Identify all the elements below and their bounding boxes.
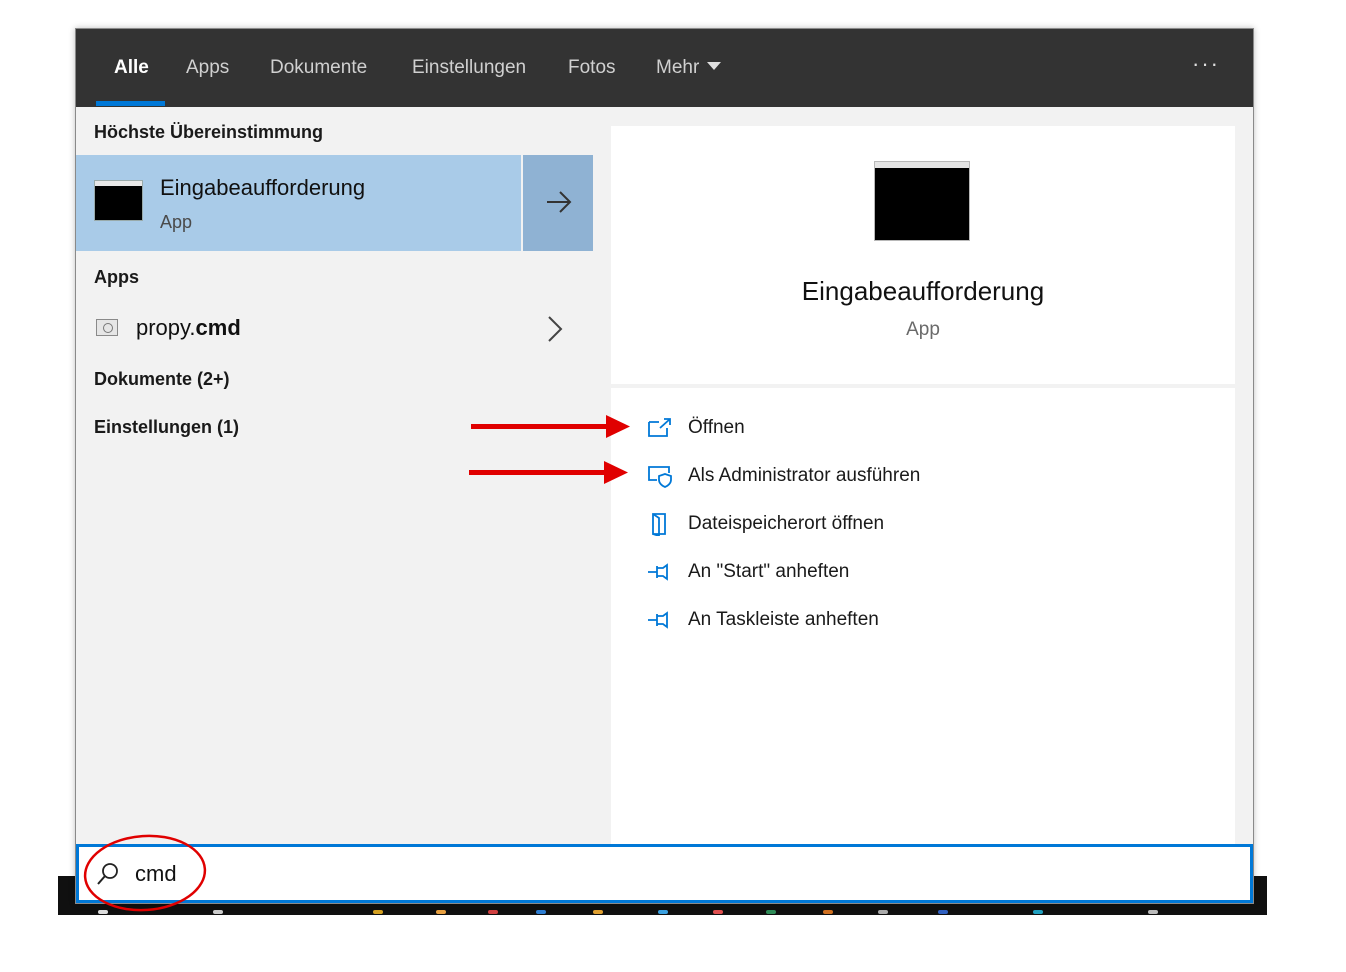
tab-einstellungen[interactable]: Einstellungen (412, 29, 526, 107)
script-file-icon (96, 319, 118, 336)
app-result-label: propy.cmd (136, 315, 241, 340)
search-icon (97, 863, 118, 885)
best-match-item[interactable]: Eingabeaufforderung App (76, 155, 593, 251)
action-label: Öffnen (688, 417, 745, 438)
search-panel: Alle Apps Dokumente Einstellungen Fotos … (75, 28, 1254, 904)
tab-dokumente[interactable]: Dokumente (270, 29, 367, 107)
active-tab-indicator (96, 101, 165, 106)
preview-type: App (906, 319, 940, 340)
search-box[interactable] (76, 844, 1253, 903)
action-pin-to-start[interactable]: An "Start" anheften (611, 552, 1235, 592)
action-run-as-admin[interactable]: Als Administrator ausführen (611, 456, 1235, 496)
action-label: An Taskleiste anheften (688, 609, 879, 630)
apps-heading: Apps (94, 267, 139, 287)
results-list: Höchste Übereinstimmung Eingabeaufforder… (76, 107, 593, 847)
chevron-down-icon (707, 62, 722, 70)
best-match-title: Eingabeaufforderung (160, 175, 366, 200)
arrow-right-icon (547, 191, 572, 213)
chevron-right-icon[interactable] (546, 315, 564, 343)
action-label: An "Start" anheften (688, 561, 850, 582)
pin-icon (648, 611, 668, 629)
action-pin-to-taskbar[interactable]: An Taskleiste anheften (611, 600, 1235, 640)
filter-bar: Alle Apps Dokumente Einstellungen Fotos … (76, 29, 1253, 107)
action-open-file-location[interactable]: Dateispeicherort öffnen (611, 504, 1235, 544)
tab-mehr-label: Mehr (656, 57, 700, 78)
tab-alle[interactable]: Alle (114, 29, 149, 107)
action-label: Als Administrator ausführen (688, 465, 921, 486)
open-icon (648, 418, 671, 437)
file-location-icon (652, 513, 666, 536)
command-prompt-icon (875, 162, 969, 240)
search-input[interactable] (135, 857, 1195, 891)
documents-heading[interactable]: Dokumente (2+) (94, 369, 230, 390)
preview-card: Eingabeaufforderung App (611, 126, 1235, 384)
expand-details-button[interactable] (521, 155, 593, 251)
taskbar-icons (58, 910, 1267, 915)
action-open[interactable]: Öffnen (611, 408, 1235, 448)
command-prompt-icon (95, 181, 142, 220)
tab-fotos[interactable]: Fotos (568, 29, 616, 107)
more-options-button[interactable]: ··· (1176, 29, 1236, 107)
action-label: Dateispeicherort öffnen (688, 513, 885, 534)
run-as-admin-icon (648, 466, 672, 488)
app-result-item[interactable]: propy.cmd (76, 305, 593, 351)
tab-apps[interactable]: Apps (186, 29, 229, 107)
preview-title: Eingabeaufforderung (801, 276, 1045, 306)
tab-mehr[interactable]: Mehr (656, 29, 722, 107)
actions-list: Öffnen Als Administrator ausführen Datei… (611, 388, 1235, 846)
pin-icon (648, 563, 668, 581)
settings-heading[interactable]: Einstellungen (1) (94, 417, 239, 438)
best-match-type: App (160, 212, 193, 232)
best-match-heading: Höchste Übereinstimmung (94, 122, 324, 142)
